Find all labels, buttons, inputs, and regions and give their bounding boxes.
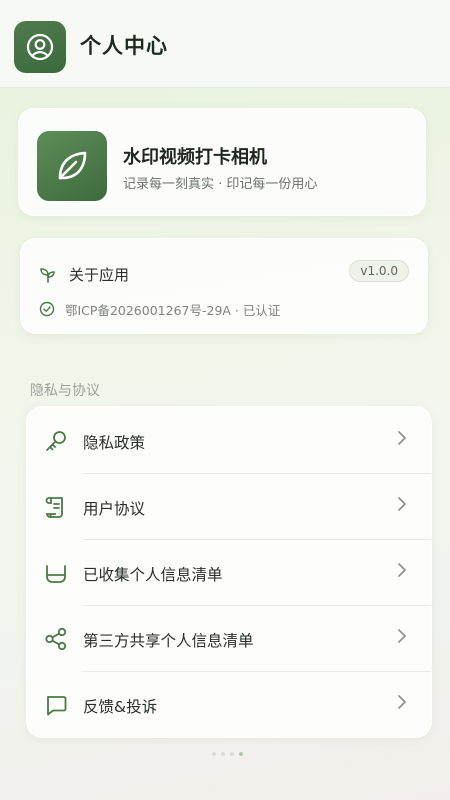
scroll-icon xyxy=(43,494,69,520)
app-header: 个人中心 xyxy=(0,0,450,88)
chevron-right-icon xyxy=(397,628,407,648)
page-indicator xyxy=(212,752,243,756)
page-title: 个人中心 xyxy=(80,34,168,58)
tray-icon xyxy=(43,560,69,586)
app-slogan: 记录每一刻真实 · 印记每一份用心 xyxy=(123,177,318,192)
chevron-right-icon xyxy=(397,694,407,714)
privacy-menu-card: 隐私政策 用户协议 已收集个人信息清单 第三方共享个人信息清单 反馈&投诉 xyxy=(26,406,432,738)
chevron-right-icon xyxy=(397,562,407,582)
about-app-card[interactable]: 关于应用 v1.0.0 鄂ICP备2026001267号-29A · 已认证 xyxy=(20,238,428,334)
icp-record-text: 鄂ICP备2026001267号-29A · 已认证 xyxy=(65,303,281,318)
menu-item-user-agreement[interactable]: 用户协议 xyxy=(27,473,433,539)
menu-item-third-party-sharing[interactable]: 第三方共享个人信息清单 xyxy=(27,605,433,671)
leaf-icon xyxy=(37,131,107,201)
menu-item-collected-info[interactable]: 已收集个人信息清单 xyxy=(27,539,433,605)
chevron-right-icon xyxy=(397,430,407,450)
page-dot xyxy=(230,752,234,756)
menu-item-label: 隐私政策 xyxy=(83,434,146,452)
menu-item-label: 用户协议 xyxy=(83,500,146,518)
menu-item-label: 反馈&投诉 xyxy=(83,698,158,716)
menu-item-label: 第三方共享个人信息清单 xyxy=(83,632,254,650)
menu-item-privacy-policy[interactable]: 隐私政策 xyxy=(27,407,433,473)
share-icon xyxy=(43,626,69,652)
verified-check-icon xyxy=(39,301,55,321)
key-icon xyxy=(43,428,69,454)
app-name: 水印视频打卡相机 xyxy=(123,147,267,168)
menu-item-feedback[interactable]: 反馈&投诉 xyxy=(27,671,433,737)
app-info-card: 水印视频打卡相机 记录每一刻真实 · 印记每一份用心 xyxy=(18,108,426,216)
page-dot-active xyxy=(239,752,243,756)
sprout-icon xyxy=(39,266,57,288)
menu-item-label: 已收集个人信息清单 xyxy=(83,566,223,584)
page-dot xyxy=(221,752,225,756)
user-circle-icon[interactable] xyxy=(14,21,66,73)
chat-icon xyxy=(43,692,69,718)
page-dot xyxy=(212,752,216,756)
section-label-privacy: 隐私与协议 xyxy=(30,383,100,399)
about-title: 关于应用 xyxy=(69,266,130,284)
chevron-right-icon xyxy=(397,496,407,516)
version-badge: v1.0.0 xyxy=(349,260,409,282)
